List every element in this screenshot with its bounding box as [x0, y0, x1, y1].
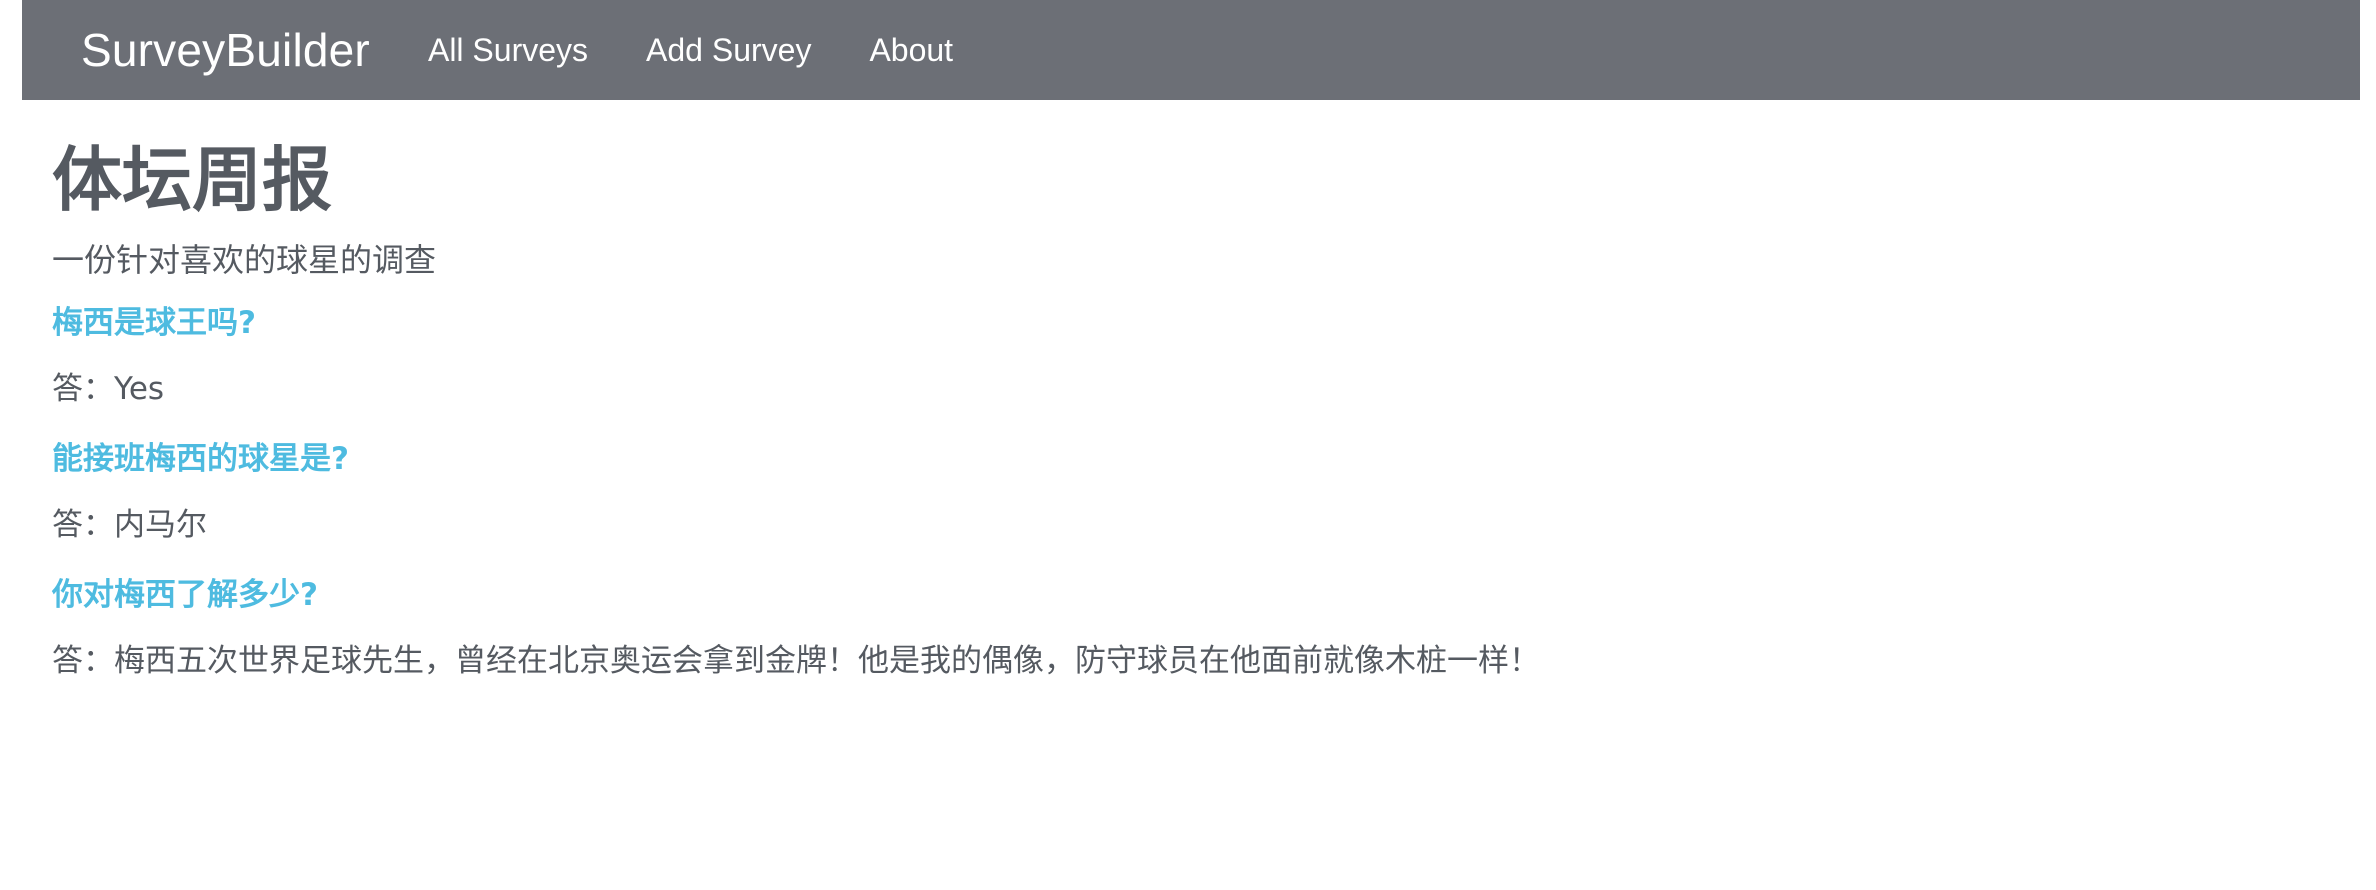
answer-text: 答：梅西五次世界足球先生，曾经在北京奥运会拿到金牌！他是我的偶像，防守球员在他面…: [52, 643, 1540, 679]
survey-title: 体坛周报: [52, 139, 332, 221]
qa-item: 能接班梅西的球星是? 答：内马尔: [52, 438, 2332, 546]
qa-item: 梅西是球王吗? 答：Yes: [52, 302, 2332, 410]
answer-text: 答：内马尔: [52, 507, 207, 543]
brand-link[interactable]: SurveyBuilder: [81, 23, 370, 77]
question-text: 梅西是球王吗?: [52, 305, 256, 341]
question-text: 能接班梅西的球星是?: [52, 441, 349, 477]
survey-description: 一份针对喜欢的球星的调查: [52, 241, 437, 279]
nav-about-link[interactable]: About: [869, 32, 953, 69]
nav-add-survey-link[interactable]: Add Survey: [646, 32, 811, 69]
nav-links: All Surveys Add Survey About: [428, 32, 953, 69]
nav-all-surveys-link[interactable]: All Surveys: [428, 32, 588, 69]
qa-list: 梅西是球王吗? 答：Yes 能接班梅西的球星是? 答：内马尔 你对梅西了解多少?…: [52, 302, 2332, 682]
qa-item: 你对梅西了解多少? 答：梅西五次世界足球先生，曾经在北京奥运会拿到金牌！他是我的…: [52, 574, 2332, 682]
answer-text: 答：Yes: [52, 371, 165, 407]
question-text: 你对梅西了解多少?: [52, 577, 318, 613]
top-navbar: SurveyBuilder All Surveys Add Survey Abo…: [22, 0, 2360, 100]
survey-detail: 体坛周报 一份针对喜欢的球星的调查 梅西是球王吗? 答：Yes 能接班梅西的球星…: [52, 130, 2332, 710]
